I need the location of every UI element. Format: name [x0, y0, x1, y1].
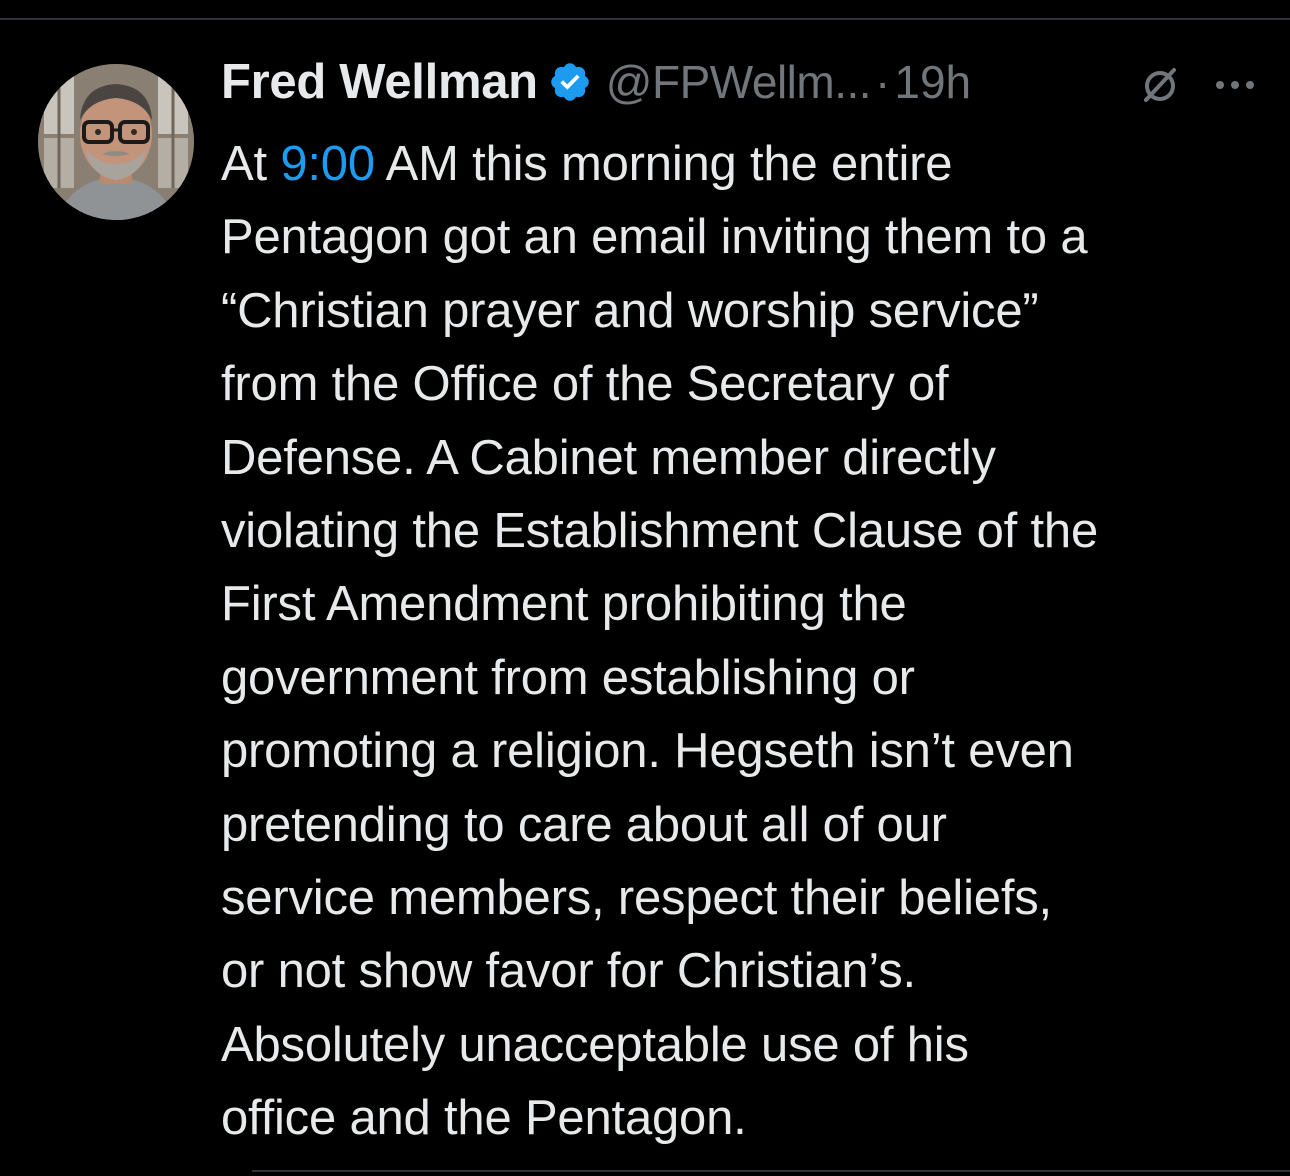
grok-icon[interactable]: [1138, 62, 1182, 106]
tweet-line: from the Office of the Secretary of: [221, 357, 949, 412]
more-options-icon[interactable]: [1212, 72, 1258, 98]
tweet-text-segment: AM this morning the entire: [374, 137, 953, 191]
tweet-line: office and the Pentagon.: [221, 1091, 747, 1146]
tweet-line: pretending to care about all of our: [221, 797, 947, 852]
tweet-line: violating the Establishment Clause of th…: [221, 503, 1099, 558]
separator-dot: ·: [875, 56, 891, 108]
tweet-line: Pentagon got an email inviting them to a: [221, 210, 1088, 265]
tweet-line: Defense. A Cabinet member directly: [221, 430, 996, 485]
tweet-text: At 9:00 AM this morning the entire Penta…: [221, 128, 1271, 1155]
tweet-text-segment: At: [221, 137, 281, 191]
bottom-divider: [252, 1170, 1290, 1172]
tweet-line: service members, respect their beliefs,: [221, 870, 1052, 925]
tweet-header: Fred Wellman @FPWellm... · 19h: [221, 52, 971, 112]
time-link[interactable]: 9:00: [280, 137, 375, 191]
author-name[interactable]: Fred Wellman: [221, 54, 538, 110]
tweet-line: or not show favor for Christian’s.: [221, 944, 916, 999]
tweet-timestamp[interactable]: 19h: [894, 55, 971, 109]
avatar-photo: [38, 64, 194, 220]
tweet-line: “Christian prayer and worship service”: [221, 283, 1039, 338]
tweet-line: promoting a religion. Hegseth isn’t even: [221, 724, 1074, 779]
avatar[interactable]: [38, 64, 194, 220]
author-handle[interactable]: @FPWellm...: [606, 55, 872, 109]
tweet-line: At 9:00 AM this morning the entire: [221, 128, 1271, 201]
tweet-line: government from establishing or: [221, 650, 915, 705]
verified-badge-icon[interactable]: [548, 60, 592, 104]
tweet-line: Absolutely unacceptable use of his: [221, 1017, 969, 1072]
tweet-line: First Amendment prohibiting the: [221, 577, 907, 632]
tweet[interactable]: Fred Wellman @FPWellm... · 19h At 9:00 A…: [0, 0, 1290, 1176]
